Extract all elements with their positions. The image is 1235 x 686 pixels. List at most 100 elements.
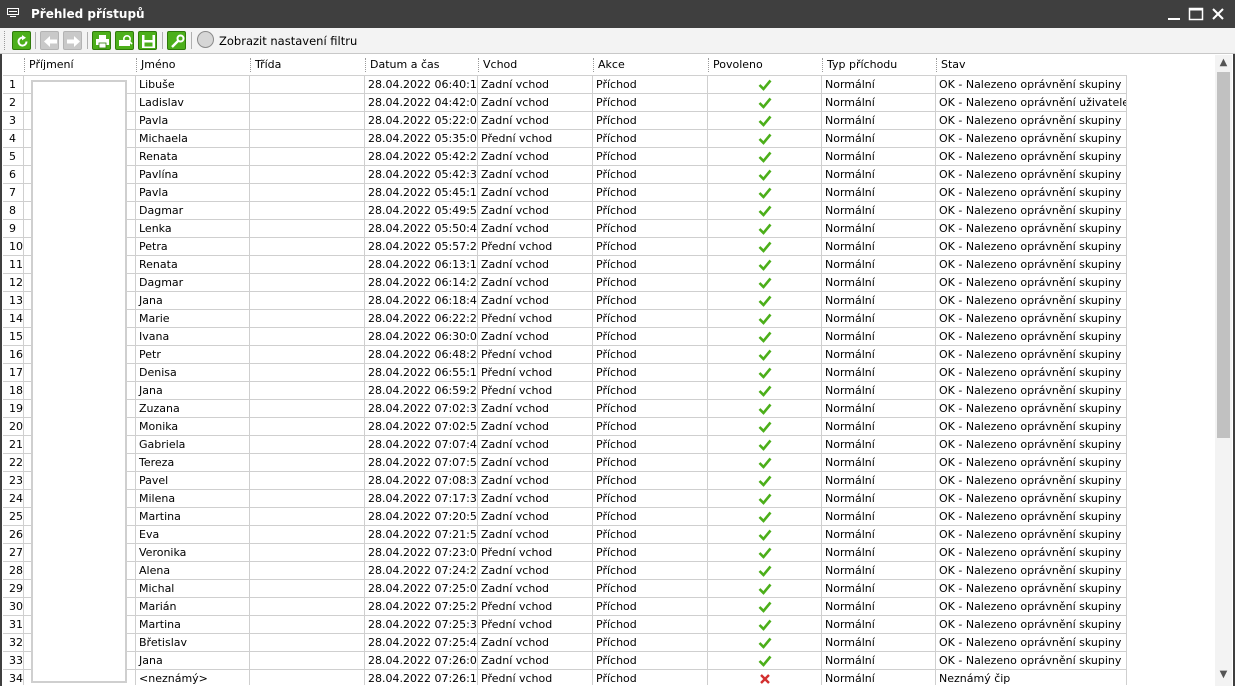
table-row[interactable]: 23 Pavel 28.04.2022 07:08:35 Zadní vchod Pří…: [3, 472, 1127, 490]
arrival-type-cell: Normální: [822, 670, 936, 685]
gate-cell: Zadní vchod: [478, 418, 593, 436]
table-row[interactable]: 26 Eva 28.04.2022 07:21:52 Zadní vchod Přích…: [3, 526, 1127, 544]
row-number-cell: 4: [3, 130, 24, 148]
allowed-cell: [708, 634, 822, 652]
table-row[interactable]: 19 Zuzana 28.04.2022 07:02:30 Zadní vchod Př…: [3, 400, 1127, 418]
check-icon: [758, 79, 772, 91]
minimize-button[interactable]: [1166, 6, 1182, 22]
table-row[interactable]: 28 Alena 28.04.2022 07:24:29 Zadní vchod Pří…: [3, 562, 1127, 580]
table-row[interactable]: 29 Michal 28.04.2022 07:25:02 Zadní vchod Př…: [3, 580, 1127, 598]
column-header-datetime[interactable]: Datum a čas: [365, 55, 478, 75]
allowed-cell: [708, 310, 822, 328]
window-title: Přehled přístupů: [31, 7, 145, 21]
check-icon: [758, 241, 772, 253]
datetime-cell: 28.04.2022 05:57:20: [365, 238, 478, 256]
table-row[interactable]: 34 <neznámý> 28.04.2022 07:26:15 Přední vch…: [3, 670, 1127, 685]
table-row[interactable]: 5 Renata 28.04.2022 05:42:28 Zadní vchod Pří…: [3, 148, 1127, 166]
first-name-cell: Dagmar: [136, 202, 250, 220]
column-header-surname[interactable]: Příjmení: [24, 55, 136, 75]
table-row[interactable]: 18 Jana 28.04.2022 06:59:22 Přední vchod Pří…: [3, 382, 1127, 400]
vertical-scrollbar[interactable]: ▲ ▼: [1215, 55, 1232, 686]
print-button[interactable]: [92, 31, 111, 50]
table-row[interactable]: 22 Tereza 28.04.2022 07:07:54 Zadní vchod Př…: [3, 454, 1127, 472]
table-row[interactable]: 30 Marián 28.04.2022 07:25:28 Přední vchod P…: [3, 598, 1127, 616]
status-cell: OK - Nalezeno oprávnění skupiny: [936, 328, 1127, 346]
table-row[interactable]: 7 Pavla 28.04.2022 05:45:12 Zadní vchod Příc…: [3, 184, 1127, 202]
toolbar-grip[interactable]: [4, 31, 8, 50]
arrival-type-cell: Normální: [822, 472, 936, 490]
first-name-cell: Michaela: [136, 130, 250, 148]
table-row[interactable]: 14 Marie 28.04.2022 06:22:21 Přední vchod Př…: [3, 310, 1127, 328]
table-row[interactable]: 12 Dagmar 28.04.2022 06:14:29 Zadní vchod Př…: [3, 274, 1127, 292]
refresh-button[interactable]: [12, 31, 31, 50]
toolbar-separator: [35, 32, 36, 49]
table-row[interactable]: 6 Pavlína 28.04.2022 05:42:32 Zadní vchod Př…: [3, 166, 1127, 184]
scroll-up-icon[interactable]: ▲: [1215, 55, 1232, 71]
datetime-cell: 28.04.2022 05:22:09: [365, 112, 478, 130]
check-icon: [758, 367, 772, 379]
row-number-cell: 6: [3, 166, 24, 184]
row-number-cell: 9: [3, 220, 24, 238]
table-row[interactable]: 21 Gabriela 28.04.2022 07:07:49 Zadní vchod…: [3, 436, 1127, 454]
status-cell: OK - Nalezeno oprávnění skupiny: [936, 490, 1127, 508]
gate-cell: Zadní vchod: [478, 526, 593, 544]
status-cell: OK - Nalezeno oprávnění skupiny: [936, 400, 1127, 418]
table-row[interactable]: 9 Lenka 28.04.2022 05:50:42 Zadní vchod Příc…: [3, 220, 1127, 238]
close-button[interactable]: [1210, 6, 1226, 22]
maximize-button[interactable]: [1188, 6, 1204, 22]
table-row[interactable]: 31 Martina 28.04.2022 07:25:38 Přední vchod…: [3, 616, 1127, 634]
row-number-cell: 34: [3, 670, 24, 685]
table-row[interactable]: 1 Libuše 28.04.2022 06:40:13 Zadní vchod Pří…: [3, 76, 1127, 94]
scrollbar-thumb[interactable]: [1217, 72, 1230, 438]
table-row[interactable]: 8 Dagmar 28.04.2022 05:49:57 Zadní vchod Pří…: [3, 202, 1127, 220]
forward-button[interactable]: [63, 31, 82, 50]
datetime-cell: 28.04.2022 07:02:50: [365, 418, 478, 436]
table-row[interactable]: 3 Pavla 28.04.2022 05:22:09 Zadní vchod Příc…: [3, 112, 1127, 130]
table-row[interactable]: 27 Veronika 28.04.2022 07:23:08 Přední vcho…: [3, 544, 1127, 562]
column-header-arrival-type[interactable]: Typ příchodu: [822, 55, 936, 75]
gate-cell: Přední vchod: [478, 364, 593, 382]
class-cell: [250, 292, 365, 310]
table-row[interactable]: 4 Michaela 28.04.2022 05:35:02 Přední vchod…: [3, 130, 1127, 148]
row-number-cell: 2: [3, 94, 24, 112]
first-name-cell: <neznámý>: [136, 670, 250, 685]
print-preview-button[interactable]: [115, 31, 134, 50]
scroll-down-icon[interactable]: ▼: [1215, 667, 1232, 683]
column-header-status[interactable]: Stav: [936, 55, 1127, 75]
gate-cell: Přední vchod: [478, 238, 593, 256]
table-row[interactable]: 17 Denisa 28.04.2022 06:55:19 Přední vchod P…: [3, 364, 1127, 382]
table-row[interactable]: 32 Břetislav 28.04.2022 07:25:45 Zadní vcho…: [3, 634, 1127, 652]
table-row[interactable]: 13 Jana 28.04.2022 06:18:45 Zadní vchod Příc…: [3, 292, 1127, 310]
column-header-class[interactable]: Třída: [250, 55, 365, 75]
column-header-first-name[interactable]: Jméno: [136, 55, 250, 75]
first-name-cell: Petr: [136, 346, 250, 364]
table-row[interactable]: 24 Milena 28.04.2022 07:17:37 Zadní vchod Př…: [3, 490, 1127, 508]
datetime-cell: 28.04.2022 06:22:21: [365, 310, 478, 328]
check-icon: [758, 349, 772, 361]
first-name-cell: Pavel: [136, 472, 250, 490]
column-header-gate[interactable]: Vchod: [478, 55, 593, 75]
arrival-type-cell: Normální: [822, 238, 936, 256]
allowed-cell: [708, 562, 822, 580]
action-cell: Příchod: [593, 544, 708, 562]
back-button[interactable]: [40, 31, 59, 50]
table-row[interactable]: 20 Monika 28.04.2022 07:02:50 Zadní vchod Př…: [3, 418, 1127, 436]
arrival-type-cell: Normální: [822, 544, 936, 562]
table-row[interactable]: 11 Renata 28.04.2022 06:13:14 Zadní vchod Př…: [3, 256, 1127, 274]
datetime-cell: 28.04.2022 06:40:13: [365, 76, 478, 94]
clock-icon: [197, 31, 214, 48]
table-row[interactable]: 33 Jana 28.04.2022 07:26:05 Zadní vchod Příc…: [3, 652, 1127, 670]
status-cell: OK - Nalezeno oprávnění skupiny: [936, 274, 1127, 292]
table-row[interactable]: 16 Petr 28.04.2022 06:48:21 Přední vchod Pří…: [3, 346, 1127, 364]
gate-cell: Zadní vchod: [478, 508, 593, 526]
table-row[interactable]: 15 Ivana 28.04.2022 06:30:04 Zadní vchod Pří…: [3, 328, 1127, 346]
column-header-allowed[interactable]: Povoleno: [708, 55, 822, 75]
settings-button[interactable]: [167, 31, 186, 50]
gate-cell: Zadní vchod: [478, 256, 593, 274]
table-row[interactable]: 25 Martina 28.04.2022 07:20:57 Zadní vchod P…: [3, 508, 1127, 526]
table-row[interactable]: 10 Petra 28.04.2022 05:57:20 Přední vchod Př…: [3, 238, 1127, 256]
save-button[interactable]: [138, 31, 157, 50]
column-header-action[interactable]: Akce: [593, 55, 708, 75]
datetime-cell: 28.04.2022 05:35:02: [365, 130, 478, 148]
table-row[interactable]: 2 Ladislav 28.04.2022 04:42:04 Zadní vchod P…: [3, 94, 1127, 112]
